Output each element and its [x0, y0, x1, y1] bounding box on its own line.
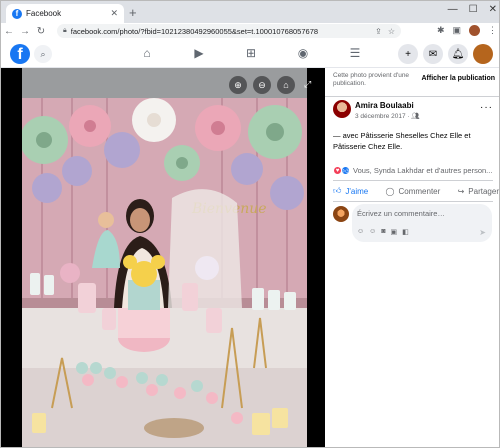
- facebook-logo[interactable]: f: [10, 44, 30, 64]
- more-options-icon[interactable]: ···: [480, 102, 493, 113]
- zoom-in-icon[interactable]: ⊕: [229, 76, 247, 94]
- notice-text: Cette photo provient d'une publication.: [333, 72, 410, 88]
- comment-bubble-icon: ◯: [385, 186, 395, 196]
- divider: [333, 180, 493, 181]
- lock-icon[interactable]: 🔒︎: [63, 27, 67, 35]
- divider: [333, 201, 493, 202]
- menu-kebab-icon[interactable]: ⋮: [488, 25, 497, 36]
- commenter-avatar[interactable]: [333, 206, 349, 222]
- url-text[interactable]: facebook.com/photo/?fbid=102123804929600…: [71, 27, 369, 36]
- menu-icon[interactable]: ☰: [329, 46, 381, 60]
- comment-placeholder[interactable]: Écrivez un commentaire…: [357, 209, 445, 218]
- like-reaction-icon: 👍︎: [341, 166, 350, 175]
- reactions-summary[interactable]: ♥ 👍︎ Vous, Synda Lakhdar et d'autres per…: [333, 166, 492, 175]
- tag-icon[interactable]: ⌂: [277, 76, 295, 94]
- address-bar[interactable]: 🔒︎ facebook.com/photo/?fbid=102123804929…: [57, 24, 401, 38]
- side-panel-icon[interactable]: ▣: [452, 25, 461, 36]
- post-date-text[interactable]: 3 décembre 2017 ·: [355, 113, 411, 120]
- post-date[interactable]: 3 décembre 2017 · 👥︎: [355, 112, 420, 120]
- header-actions: + ✉ 🔔︎: [398, 44, 493, 64]
- minimize-button[interactable]: —: [448, 4, 458, 15]
- comment-label: Commenter: [398, 186, 441, 196]
- tab-close-icon[interactable]: ✕: [110, 8, 118, 19]
- tab-strip: f Facebook ✕ + — ☐ ✕: [1, 1, 499, 23]
- emoji-icon[interactable]: ☺: [369, 228, 376, 236]
- gif-icon[interactable]: ▣: [391, 228, 398, 236]
- post-source-notice: Cette photo provient d'une publication. …: [333, 72, 495, 94]
- view-post-link[interactable]: Afficher la publication: [421, 75, 495, 82]
- reload-icon[interactable]: ↻: [33, 26, 49, 37]
- new-tab-button[interactable]: +: [129, 5, 137, 20]
- author-avatar[interactable]: [333, 100, 351, 118]
- share-icon[interactable]: ⇪: [375, 27, 382, 36]
- facebook-favicon-icon: f: [12, 8, 22, 19]
- author-name[interactable]: Amira Boulaabi: [355, 101, 414, 110]
- like-button[interactable]: 👍︎ J'aime: [333, 183, 368, 199]
- like-label: J'aime: [345, 186, 369, 196]
- sticker-icon[interactable]: ◧: [402, 228, 409, 236]
- reactions-text[interactable]: Vous, Synda Lakhdar et d'autres person..…: [353, 166, 492, 175]
- camera-icon[interactable]: ◙: [381, 228, 385, 236]
- video-icon[interactable]: ▶: [173, 46, 225, 60]
- browser-window: f Facebook ✕ + — ☐ ✕ ← → ↻ 🔒︎ facebook.c…: [0, 0, 500, 448]
- photo-viewer: Bienvenue: [1, 68, 325, 447]
- comment-button[interactable]: ◯ Commenter: [386, 183, 441, 199]
- tab-title: Facebook: [26, 9, 62, 18]
- maximize-button[interactable]: ☐: [469, 4, 478, 15]
- post-side-panel: Cette photo provient d'une publication. …: [325, 68, 499, 447]
- close-window-button[interactable]: ✕: [489, 4, 497, 15]
- post-actions: 👍︎ J'aime ◯ Commenter ↪ Partager: [333, 183, 499, 199]
- bookmark-star-icon[interactable]: ☆: [388, 27, 395, 36]
- forward-arrow-icon[interactable]: →: [17, 26, 33, 37]
- thumbs-up-icon: 👍︎: [333, 186, 342, 195]
- avatar-sticker-icon[interactable]: ☺: [357, 228, 364, 236]
- extensions-icon[interactable]: ✱: [437, 25, 445, 36]
- create-plus-icon[interactable]: +: [398, 44, 418, 64]
- profile-avatar[interactable]: [469, 25, 480, 36]
- groups-icon[interactable]: ◉: [277, 46, 329, 60]
- share-arrow-icon: ↪: [457, 186, 465, 196]
- photo-tools: ⊕ ⊖ ⌂: [229, 76, 295, 94]
- tab-facebook[interactable]: f Facebook ✕: [6, 4, 124, 23]
- notifications-bell-icon[interactable]: 🔔︎: [448, 44, 468, 64]
- divider: [325, 96, 499, 97]
- home-icon[interactable]: ⌂: [121, 46, 173, 60]
- search-icon[interactable]: ⌕: [34, 45, 52, 63]
- zoom-out-icon[interactable]: ⊖: [253, 76, 271, 94]
- party-photo[interactable]: Bienvenue: [22, 68, 307, 447]
- account-avatar[interactable]: [473, 44, 493, 64]
- back-arrow-icon[interactable]: ←: [1, 26, 17, 37]
- main-nav: ⌂ ▶ ⊞ ◉ ☰: [121, 46, 381, 60]
- window-controls: — ☐ ✕: [448, 4, 497, 15]
- facebook-header: f ⌕ ⌂ ▶ ⊞ ◉ ☰ + ✉ 🔔︎: [1, 40, 499, 68]
- comment-tools: ☺ ☺ ◙ ▣ ◧: [357, 228, 409, 236]
- share-label: Partager: [468, 186, 499, 196]
- post-caption: — avec Pâtisserie Sheselles Chez Elle et…: [333, 131, 471, 152]
- toolbar-actions: ✱ ▣ ⋮: [437, 25, 497, 36]
- share-button[interactable]: ↪ Partager: [458, 183, 499, 199]
- browser-toolbar: ← → ↻ 🔒︎ facebook.com/photo/?fbid=102123…: [1, 23, 499, 39]
- comment-input[interactable]: Écrivez un commentaire… ☺ ☺ ◙ ▣ ◧ ➤: [352, 204, 492, 242]
- send-icon[interactable]: ➤: [479, 228, 486, 237]
- messenger-icon[interactable]: ✉: [423, 44, 443, 64]
- audience-friends-icon: 👥︎: [411, 113, 420, 120]
- marketplace-icon[interactable]: ⊞: [225, 46, 277, 60]
- fullscreen-expand-icon[interactable]: ⤢: [304, 79, 311, 90]
